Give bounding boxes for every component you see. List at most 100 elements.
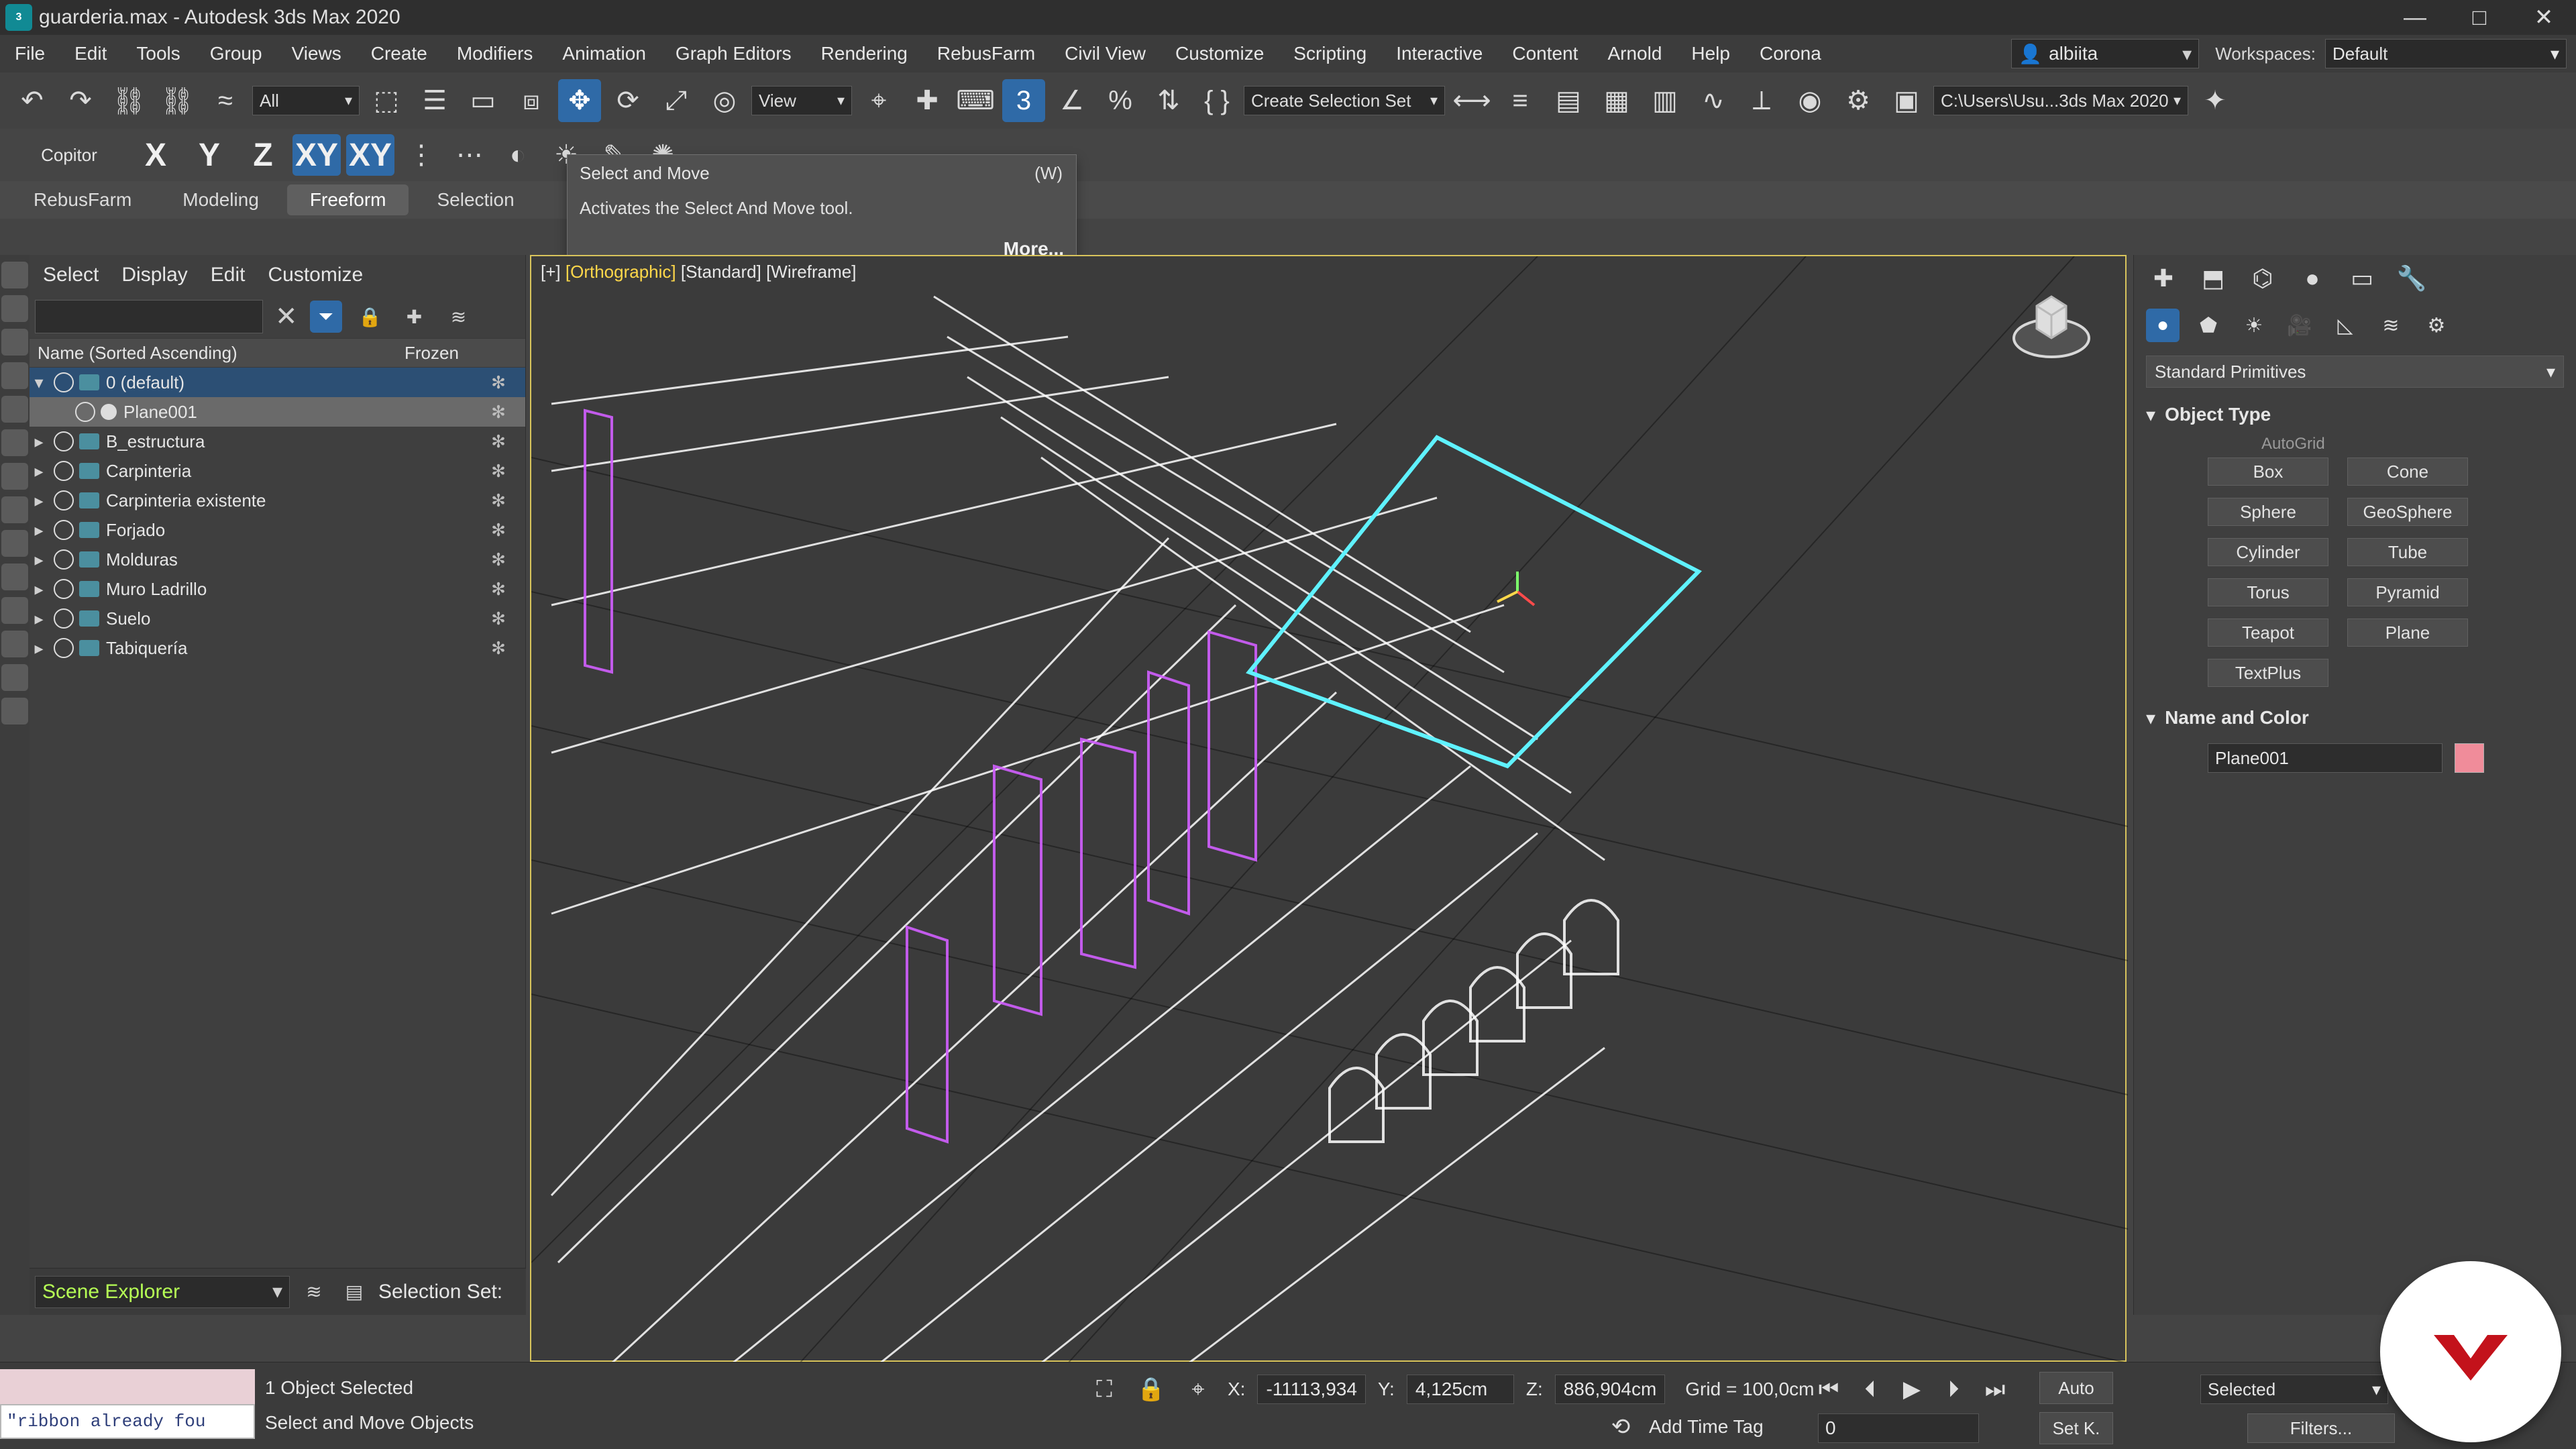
- expand-icon[interactable]: ▸: [30, 579, 48, 600]
- display-frozen-icon[interactable]: [1, 664, 28, 691]
- selection-filter-dropdown[interactable]: All ▾: [252, 86, 360, 115]
- mini-listener-input[interactable]: "ribbon already fou: [0, 1404, 255, 1439]
- auto-key-button[interactable]: Auto: [2039, 1372, 2113, 1404]
- list-item[interactable]: ▸ Suelo ✻: [30, 604, 525, 633]
- menu-help[interactable]: Help: [1676, 35, 1745, 72]
- tab-rebusfarm[interactable]: RebusFarm: [11, 184, 154, 215]
- display-lights-icon[interactable]: [1, 396, 28, 423]
- window-crossing-icon[interactable]: ⧈: [510, 79, 553, 122]
- maximize-button[interactable]: □: [2447, 0, 2512, 35]
- select-and-scale-icon[interactable]: ⤢: [655, 79, 698, 122]
- schematic-view-icon[interactable]: ⟂: [1740, 79, 1783, 122]
- snap-toggle-icon[interactable]: 3: [1002, 79, 1045, 122]
- display-cameras-icon[interactable]: [1, 429, 28, 456]
- menu-interactive[interactable]: Interactive: [1381, 35, 1497, 72]
- menu-edit[interactable]: Edit: [60, 35, 121, 72]
- menu-customize[interactable]: Customize: [1161, 35, 1279, 72]
- display-xrefs-icon[interactable]: [1, 564, 28, 590]
- isolate-selection-icon[interactable]: ⛶: [1087, 1372, 1122, 1407]
- sphere-button[interactable]: Sphere: [2208, 498, 2328, 526]
- shapes-icon[interactable]: ⬟: [2192, 309, 2225, 342]
- sort-by-layer-icon[interactable]: [1, 295, 28, 322]
- keyboard-shortcut-override-icon[interactable]: ⌨: [954, 79, 997, 122]
- create-selection-set-dropdown[interactable]: Create Selection Set ▾: [1244, 86, 1445, 115]
- box-button[interactable]: Box: [2208, 458, 2328, 486]
- time-tag-icon[interactable]: ⟲: [1603, 1409, 1638, 1444]
- x-coordinate-field[interactable]: -11113,934: [1257, 1375, 1366, 1404]
- angle-snap-icon[interactable]: ∠: [1051, 79, 1093, 122]
- project-path-dropdown[interactable]: C:\Users\Usu...3ds Max 2020 ▾: [1933, 86, 2188, 115]
- menu-civil-view[interactable]: Civil View: [1050, 35, 1161, 72]
- percent-snap-icon[interactable]: %: [1099, 79, 1142, 122]
- sort-by-hierarchy-icon[interactable]: [1, 262, 28, 288]
- motion-tab-icon[interactable]: ●: [2295, 261, 2330, 296]
- menu-rendering[interactable]: Rendering: [806, 35, 922, 72]
- manipulate-icon[interactable]: ✚: [906, 79, 949, 122]
- visibility-icon[interactable]: [54, 608, 74, 629]
- viewport-orthographic[interactable]: [+] [Orthographic] [Standard] [Wireframe…: [530, 255, 2128, 1363]
- pivot-center-icon[interactable]: ⌖: [857, 79, 900, 122]
- col-frozen-header[interactable]: Frozen: [405, 343, 525, 364]
- display-groups-icon[interactable]: [1, 530, 28, 557]
- se-menu-customize[interactable]: Customize: [268, 264, 363, 286]
- render-setup-icon[interactable]: ⚙: [1837, 79, 1880, 122]
- se-menu-select[interactable]: Select: [43, 264, 99, 286]
- visibility-icon[interactable]: [54, 520, 74, 540]
- torus-button[interactable]: Torus: [2208, 578, 2328, 606]
- link-icon[interactable]: ⛓: [107, 79, 150, 122]
- visibility-icon[interactable]: [75, 402, 95, 422]
- select-by-name-icon[interactable]: ☰: [413, 79, 456, 122]
- list-item[interactable]: ▸ B_estructura ✻: [30, 427, 525, 456]
- create-tab-icon[interactable]: ✚: [2146, 261, 2181, 296]
- object-type-header[interactable]: ▾ Object Type: [2134, 398, 2576, 431]
- tab-freeform[interactable]: Freeform: [286, 184, 409, 215]
- selection-set-icon[interactable]: ▤: [338, 1276, 370, 1308]
- list-item[interactable]: ▸ Carpinteria existente ✻: [30, 486, 525, 515]
- spacing-icon[interactable]: ⋯: [448, 133, 491, 176]
- region-select-icon[interactable]: ▭: [462, 79, 504, 122]
- axis-xy-toggle-button[interactable]: XY: [346, 134, 394, 176]
- reference-coordinate-dropdown[interactable]: View ▾: [751, 86, 852, 115]
- visibility-icon[interactable]: [54, 461, 74, 481]
- expand-icon[interactable]: ▸: [30, 431, 48, 452]
- redo-icon[interactable]: ↷: [59, 79, 102, 122]
- menu-tools[interactable]: Tools: [121, 35, 195, 72]
- modify-tab-icon[interactable]: ⬒: [2196, 261, 2231, 296]
- close-button[interactable]: ✕: [2512, 0, 2576, 35]
- axis-y-button[interactable]: Y: [185, 134, 233, 176]
- textplus-button[interactable]: TextPlus: [2208, 659, 2328, 687]
- curve-editor-icon[interactable]: ∿: [1692, 79, 1735, 122]
- freeze-icon[interactable]: ✻: [472, 579, 525, 600]
- utilities-tab-icon[interactable]: 🔧: [2394, 261, 2429, 296]
- list-item[interactable]: ▸ Forjado ✻: [30, 515, 525, 545]
- display-shapes-icon[interactable]: [1, 362, 28, 389]
- toggle-layer-explorer-icon[interactable]: ▦: [1595, 79, 1638, 122]
- scene-explorer-search-input[interactable]: [35, 300, 263, 333]
- freeze-icon[interactable]: ✻: [472, 402, 525, 423]
- next-frame-icon[interactable]: ⏵: [1936, 1372, 1971, 1407]
- current-frame-field[interactable]: 0: [1818, 1413, 1979, 1443]
- visibility-icon[interactable]: [54, 490, 74, 511]
- layer-stack-icon[interactable]: ≋: [298, 1276, 330, 1308]
- select-and-place-icon[interactable]: ◎: [703, 79, 746, 122]
- create-layer-icon[interactable]: ✚: [398, 301, 431, 333]
- clear-search-icon[interactable]: ✕: [275, 301, 298, 332]
- select-and-rotate-icon[interactable]: ⟳: [606, 79, 649, 122]
- display-tab-icon[interactable]: ▭: [2345, 261, 2379, 296]
- y-coordinate-field[interactable]: 4,125cm: [1406, 1375, 1514, 1404]
- set-key-button[interactable]: Set K.: [2039, 1412, 2113, 1444]
- array-icon[interactable]: ⋮: [400, 133, 443, 176]
- align-icon[interactable]: ≡: [1499, 79, 1542, 122]
- selection-lock-icon[interactable]: 🔒: [1134, 1372, 1169, 1407]
- expand-icon[interactable]: ▸: [30, 461, 48, 482]
- visibility-icon[interactable]: [54, 372, 74, 392]
- expand-icon[interactable]: ▸: [30, 549, 48, 570]
- tab-modeling[interactable]: Modeling: [160, 184, 282, 215]
- expand-icon[interactable]: ▾: [30, 372, 48, 393]
- se-menu-edit[interactable]: Edit: [211, 264, 246, 286]
- display-containers-icon[interactable]: [1, 631, 28, 657]
- lights-icon[interactable]: ☀: [2237, 309, 2271, 342]
- geometry-icon[interactable]: ●: [2146, 309, 2180, 342]
- mini-listener-top[interactable]: [0, 1369, 255, 1404]
- freeze-icon[interactable]: ✻: [472, 490, 525, 511]
